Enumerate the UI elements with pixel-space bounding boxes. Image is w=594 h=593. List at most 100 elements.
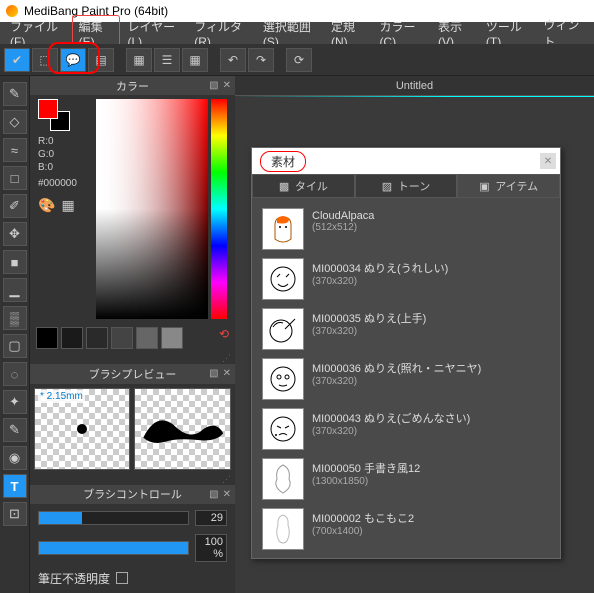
panel-popout-icon[interactable]: ▧ (209, 489, 218, 500)
panel-close-icon[interactable]: ✕ (223, 489, 231, 500)
toolbar-btn-chat[interactable]: 💬 (60, 48, 86, 72)
swatch[interactable] (161, 327, 183, 349)
swatch[interactable] (61, 327, 83, 349)
material-name: MI000002 もこもこ2 (312, 510, 414, 526)
material-panel-title: 素材 (260, 151, 306, 172)
rgb-readout: R:0 G:0 B:0 (34, 135, 92, 174)
material-thumb (262, 258, 304, 300)
tool-fill-rect[interactable]: ■ (3, 250, 27, 274)
tool-bucket[interactable]: ▒ (3, 306, 27, 330)
toolbar: ✔ ⬚ 💬 ▤ ▦ ☰ ▦ ↶ ↷ ⟳ (0, 44, 594, 76)
panel-popout-icon[interactable]: ▧ (209, 80, 218, 91)
toolbar-btn-chatlines[interactable]: ▤ (88, 48, 114, 72)
tool-move[interactable]: ✥ (3, 222, 27, 246)
material-item[interactable]: MI000034 ぬりえ(うれしい)(370x320) (258, 254, 554, 304)
color-swatches[interactable] (38, 99, 70, 131)
material-item[interactable]: MI000035 ぬりえ(上手)(370x320) (258, 304, 554, 354)
palette-wheel-icon[interactable]: 🎨 (38, 197, 55, 214)
resize-grip-icon[interactable]: ⋰ (30, 474, 235, 485)
material-tab-item[interactable]: ▣アイテム (457, 174, 560, 198)
tool-brush[interactable]: ✎ (3, 82, 27, 106)
tool-pen[interactable]: ✐ (3, 194, 27, 218)
material-item[interactable]: MI000043 ぬりえ(ごめんなさい)(370x320) (258, 404, 554, 454)
tool-smudge[interactable]: ≈ (3, 138, 27, 162)
material-dim: (700x1400) (312, 526, 414, 537)
material-dim: (370x320) (312, 326, 426, 337)
brush-size-slider[interactable] (38, 511, 189, 525)
swatch[interactable] (111, 327, 133, 349)
material-list[interactable]: CloudAlpaca(512x512) MI000034 ぬりえ(うれしい)(… (252, 198, 560, 558)
material-thumb (262, 458, 304, 500)
toolbar-btn-box[interactable]: ⬚ (32, 48, 58, 72)
swatch[interactable] (136, 327, 158, 349)
refresh-icon[interactable]: ⟲ (219, 327, 229, 349)
brush-preview-title: ブラシプレビュー (89, 366, 177, 382)
brush-stroke-preview (134, 388, 232, 470)
swatch[interactable] (36, 327, 58, 349)
material-tab-tone[interactable]: ▨トーン (355, 174, 458, 198)
panel-popout-icon[interactable]: ▧ (209, 368, 218, 379)
toolbar-btn-grid[interactable]: ▦ (182, 48, 208, 72)
material-name: MI000043 ぬりえ(ごめんなさい) (312, 410, 470, 426)
tool-lasso[interactable]: ◌ (3, 362, 27, 386)
brush-control-title: ブラシコントロール (83, 486, 182, 502)
material-dim: (370x320) (312, 276, 448, 287)
tone-icon: ▨ (382, 180, 394, 192)
material-item[interactable]: MI000050 手書き風12(1300x1850) (258, 454, 554, 504)
tool-eyedrop[interactable]: ◉ (3, 446, 27, 470)
toolbar-btn-check[interactable]: ✔ (4, 48, 30, 72)
brush-control-header: ブラシコントロール ▧ ✕ (30, 485, 235, 504)
swatch[interactable] (86, 327, 108, 349)
material-thumb (262, 408, 304, 450)
resize-grip-icon[interactable]: ⋰ (30, 353, 235, 364)
palette-grid-icon[interactable]: ▦ (61, 197, 74, 214)
fg-color-swatch[interactable] (38, 99, 58, 119)
brush-size-label: * 2.15mm (38, 390, 85, 403)
material-item[interactable]: MI000036 ぬりえ(照れ・ニヤニヤ)(370x320) (258, 354, 554, 404)
tool-shape[interactable]: □ (3, 166, 27, 190)
material-thumb (262, 508, 304, 550)
tool-gradient[interactable]: ▁ (3, 278, 27, 302)
recent-swatches: ⟲ (30, 323, 235, 353)
opacity-value[interactable]: 100 % (195, 534, 227, 562)
toolbar-btn-layers[interactable]: ☰ (154, 48, 180, 72)
close-icon[interactable]: ✕ (540, 153, 556, 169)
panel-close-icon[interactable]: ✕ (223, 368, 231, 379)
pressure-opacity-checkbox[interactable] (116, 572, 128, 584)
tool-pen2[interactable]: ✎ (3, 418, 27, 442)
toolbar-btn-loading[interactable]: ⟳ (286, 48, 312, 72)
material-name: MI000036 ぬりえ(照れ・ニヤニヤ) (312, 360, 481, 376)
menubar: ファイル(F) 編集(E) レイヤー(L) フィルタ(R) 選択範囲(S) 定規… (0, 22, 594, 44)
toolbar-btn-doc[interactable]: ▦ (126, 48, 152, 72)
material-tab-tile[interactable]: ▩タイル (252, 174, 355, 198)
image-icon: ▣ (479, 180, 491, 192)
material-item[interactable]: MI000002 もこもこ2(700x1400) (258, 504, 554, 554)
brush-size-value[interactable]: 29 (195, 510, 227, 526)
material-thumb (262, 208, 304, 250)
material-dim: (512x512) (312, 222, 374, 233)
panel-close-icon[interactable]: ✕ (223, 80, 231, 91)
document-tab[interactable]: Untitled (235, 76, 594, 96)
color-field[interactable] (96, 99, 208, 319)
tool-crop[interactable]: ⊡ (3, 502, 27, 526)
canvas[interactable]: 素材 ✕ ▩タイル ▨トーン ▣アイテム CloudAlpaca(512x512… (235, 97, 594, 593)
pressure-opacity-label: 筆圧不透明度 (38, 570, 110, 587)
material-thumb (262, 358, 304, 400)
color-panel-title: カラー (116, 78, 149, 94)
material-panel-titlebar[interactable]: 素材 ✕ (252, 148, 560, 174)
tool-wand[interactable]: ✦ (3, 390, 27, 414)
tile-icon: ▩ (279, 180, 291, 192)
material-name: MI000034 ぬりえ(うれしい) (312, 260, 448, 276)
toolbar-btn-undo[interactable]: ↶ (220, 48, 246, 72)
tool-text[interactable]: T (3, 474, 27, 498)
toolbar-btn-redo[interactable]: ↷ (248, 48, 274, 72)
material-item[interactable]: CloudAlpaca(512x512) (258, 204, 554, 254)
tool-palette: ✎ ◇ ≈ □ ✐ ✥ ■ ▁ ▒ ▢ ◌ ✦ ✎ ◉ T ⊡ (0, 76, 30, 593)
material-thumb (262, 308, 304, 350)
brush-preview-header: ブラシプレビュー ▧ ✕ (30, 364, 235, 383)
material-dim: (370x320) (312, 376, 481, 387)
tool-eraser[interactable]: ◇ (3, 110, 27, 134)
opacity-slider[interactable] (38, 541, 189, 555)
tool-select-rect[interactable]: ▢ (3, 334, 27, 358)
hue-slider[interactable] (211, 99, 227, 319)
